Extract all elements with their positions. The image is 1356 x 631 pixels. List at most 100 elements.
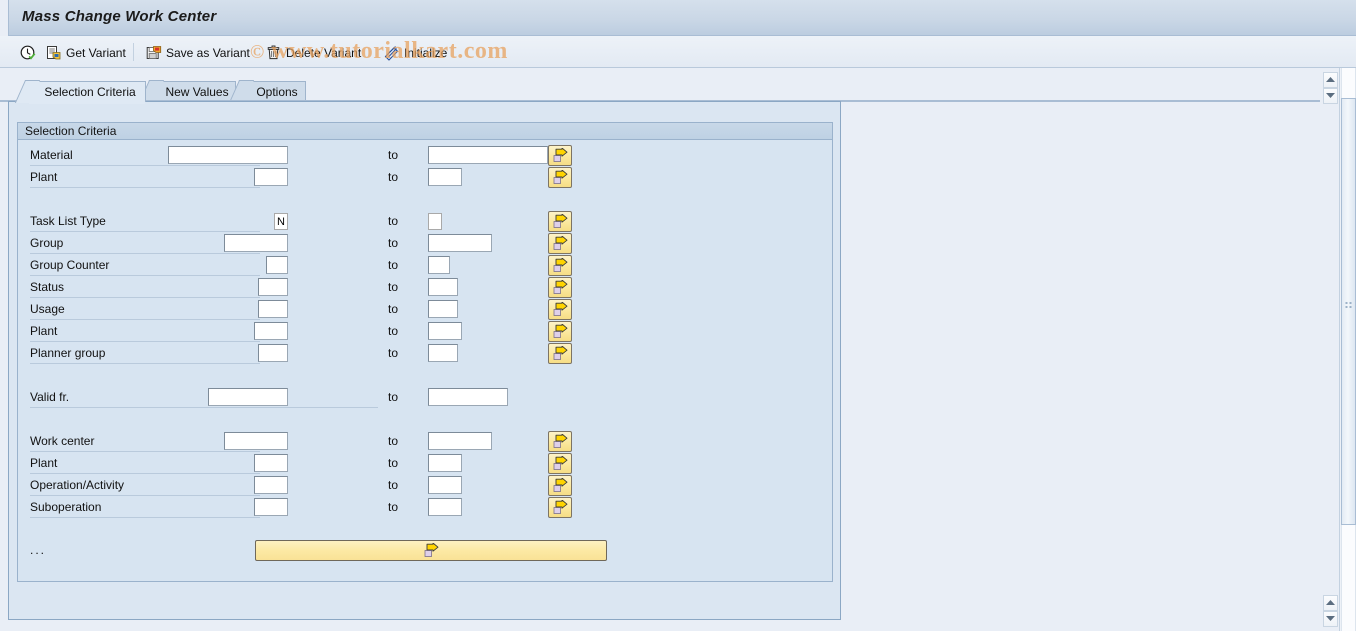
field-from-input[interactable]: [224, 234, 288, 252]
get-variant-button[interactable]: Get Variant: [42, 39, 130, 66]
row-underline: [30, 407, 378, 408]
field-to-input[interactable]: [428, 454, 462, 472]
row-underline: [30, 517, 260, 518]
get-variant-icon: [47, 45, 61, 59]
field-to-input[interactable]: [428, 146, 548, 164]
toolbar-separator: [133, 43, 134, 61]
vertical-scrollbar[interactable]: [1339, 68, 1356, 631]
multiple-selection-button[interactable]: [548, 343, 572, 364]
form-row: Status to: [0, 277, 833, 298]
toolbar-item-label: Save as Variant: [166, 45, 250, 60]
field-to-input[interactable]: [428, 498, 462, 516]
tab-options[interactable]: Options: [228, 80, 306, 103]
field-label: Group: [30, 236, 64, 250]
inner-scroll-down-button[interactable]: [1323, 88, 1338, 104]
delete-variant-button[interactable]: Delete Variant: [262, 39, 365, 66]
multiple-selection-button[interactable]: [548, 497, 572, 518]
to-label: to: [388, 434, 399, 448]
field-to-input[interactable]: [428, 256, 450, 274]
execute-button[interactable]: [16, 39, 40, 66]
tab-strip: Selection Criteria New Values Options: [0, 80, 1320, 104]
field-from-input[interactable]: [258, 344, 288, 362]
form-row: Valid fr. to: [0, 388, 833, 408]
save-as-variant-button[interactable]: Save as Variant: [142, 39, 254, 66]
to-label: to: [388, 302, 399, 316]
field-label: Operation/Activity: [30, 478, 125, 492]
field-from-input[interactable]: [254, 322, 288, 340]
execute-clock-icon: [20, 45, 36, 60]
field-label: Status: [30, 280, 65, 294]
tab-selection-criteria[interactable]: Selection Criteria: [14, 80, 146, 104]
field-to-input[interactable]: [428, 476, 462, 494]
to-label: to: [388, 258, 399, 272]
field-from-input[interactable]: [258, 278, 288, 296]
field-label: Suboperation: [30, 500, 102, 514]
multiple-selection-arrow-icon: [553, 148, 567, 162]
field-to-input[interactable]: [428, 388, 508, 406]
field-label: Plant: [30, 170, 58, 184]
further-multiple-selection-button[interactable]: [255, 540, 607, 561]
to-label: to: [388, 478, 399, 492]
field-from-input[interactable]: [254, 454, 288, 472]
multiple-selection-button[interactable]: [548, 233, 572, 254]
multiple-selection-button[interactable]: [548, 321, 572, 342]
field-from-input[interactable]: [254, 498, 288, 516]
multiple-selection-button[interactable]: [548, 211, 572, 232]
field-to-input[interactable]: [428, 168, 462, 186]
multiple-selection-button[interactable]: [548, 299, 572, 320]
to-label: to: [388, 214, 399, 228]
field-label: Material: [30, 148, 73, 162]
field-to-input[interactable]: [428, 432, 492, 450]
scrollbar-thumb[interactable]: [1341, 98, 1356, 525]
multiple-selection-arrow-icon: [553, 434, 567, 448]
inner-scroll-down-button-bottom[interactable]: [1323, 611, 1338, 627]
chevron-down-icon: [1326, 616, 1335, 621]
field-from-input[interactable]: [258, 300, 288, 318]
save-variant-icon: [146, 45, 162, 59]
to-label: to: [388, 170, 399, 184]
row-underline: [30, 495, 260, 496]
group-header-label: Selection Criteria: [25, 124, 117, 138]
inner-scroll-region: [1321, 68, 1339, 631]
to-label: to: [388, 280, 399, 294]
field-to-input[interactable]: [428, 234, 492, 252]
multiple-selection-button[interactable]: [548, 453, 572, 474]
page-title: Mass Change Work Center: [22, 8, 217, 25]
row-underline: [30, 319, 260, 320]
field-to-input[interactable]: [428, 344, 458, 362]
group-header: Selection Criteria: [18, 123, 832, 140]
inner-scroll-up-button-bottom[interactable]: [1323, 595, 1338, 611]
form-row: Suboperation to: [0, 497, 833, 518]
multiple-selection-button[interactable]: [548, 475, 572, 496]
row-underline: [30, 341, 260, 342]
row-underline: [30, 231, 260, 232]
field-label: Task List Type: [30, 214, 106, 228]
multiple-selection-button[interactable]: [548, 167, 572, 188]
to-label: to: [388, 148, 399, 162]
row-underline: [30, 473, 260, 474]
field-label: Usage: [30, 302, 65, 316]
field-to-input[interactable]: [428, 322, 462, 340]
multiple-selection-button[interactable]: [548, 431, 572, 452]
field-from-input[interactable]: [254, 476, 288, 494]
multiple-selection-button[interactable]: [548, 145, 572, 166]
multiple-selection-button[interactable]: [548, 277, 572, 298]
form-row: Plant to: [0, 167, 833, 188]
field-from-input[interactable]: [266, 256, 288, 274]
field-from-input[interactable]: [254, 168, 288, 186]
field-to-input[interactable]: [428, 300, 458, 318]
field-from-input[interactable]: [224, 432, 288, 450]
field-to-input[interactable]: [428, 213, 442, 230]
tab-label: Selection Criteria: [44, 85, 136, 99]
field-from-input[interactable]: [208, 388, 288, 406]
multiple-selection-arrow-icon: [553, 236, 567, 250]
field-from-input[interactable]: [274, 213, 288, 230]
field-to-input[interactable]: [428, 278, 458, 296]
field-from-input[interactable]: [168, 146, 288, 164]
tab-new-values[interactable]: New Values: [138, 80, 236, 103]
toolbar-item-label: Initialize: [404, 45, 448, 60]
to-label: to: [388, 324, 399, 338]
initialize-button[interactable]: Initialize: [380, 39, 451, 66]
multiple-selection-button[interactable]: [548, 255, 572, 276]
inner-scroll-up-button[interactable]: [1323, 72, 1338, 88]
